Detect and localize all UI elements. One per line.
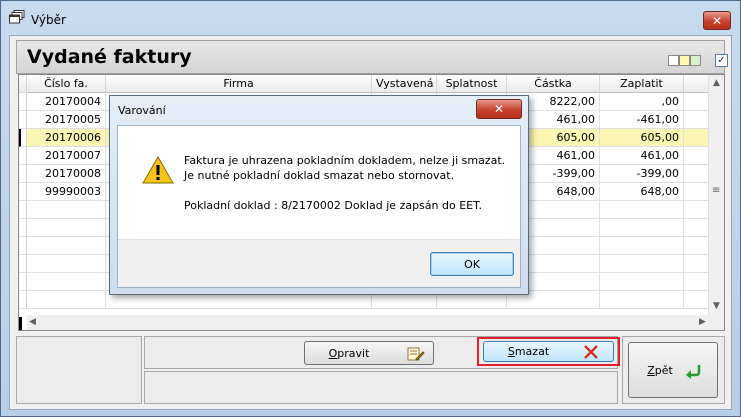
col-zaplatit[interactable]: Zaplatit [600, 75, 684, 93]
color-swatch-yellow[interactable] [679, 55, 690, 66]
edit-button[interactable]: Opravit [304, 341, 434, 365]
filter-checkbox[interactable]: ✓ [715, 54, 728, 67]
table-header: Číslo fa. Firma Vystavená Splatnost Část… [19, 75, 711, 93]
scroll-grip-icon: ≡ [712, 185, 721, 196]
return-arrow-icon [686, 365, 701, 379]
warning-dialog: Varování ✕ Faktura je uhrazena pokladním… [109, 95, 529, 295]
dialog-body: Faktura je uhrazena pokladním dokladem, … [117, 125, 521, 288]
panel-left [16, 336, 142, 404]
col-cislo[interactable]: Číslo fa. [27, 75, 106, 93]
dialog-message-line1: Faktura je uhrazena pokladním dokladem, … [184, 154, 506, 167]
window-title: Výběr [31, 13, 66, 27]
close-icon: ✕ [493, 102, 505, 116]
list-header: Vydané faktury ✓ [16, 40, 728, 74]
panel-actions-bottom [144, 371, 618, 404]
dialog-message-line2: Je nutné pokladní doklad smazat nebo sto… [184, 169, 455, 182]
scroll-down-icon[interactable]: ▼ [713, 301, 720, 311]
scroll-indicator [19, 317, 22, 330]
vertical-scrollbar[interactable]: ▲ ≡ ▼ [708, 75, 724, 330]
page-title: Vydané faktury [27, 46, 192, 68]
close-icon: ✕ [711, 13, 723, 28]
dialog-close-button[interactable]: ✕ [476, 99, 522, 119]
color-swatch-white[interactable] [668, 55, 679, 66]
delete-button[interactable]: Smazat [483, 341, 614, 362]
scroll-left-icon[interactable]: ◀ [29, 317, 36, 327]
title-bar: Výběr ✕ [1, 1, 740, 35]
dialog-title: Varování [118, 104, 166, 117]
scroll-right-icon[interactable]: ▶ [699, 317, 706, 327]
edit-document-icon [407, 347, 425, 361]
color-swatch-green[interactable] [690, 55, 701, 66]
windows-stack-icon [9, 10, 25, 24]
horizontal-scrollbar[interactable]: ◀ ▶ [27, 315, 710, 330]
delete-x-icon [584, 345, 598, 359]
main-window: Výběr ✕ Vydané faktury ✓ Číslo fa. Firma… [0, 0, 741, 417]
dialog-footer: OK [118, 239, 520, 287]
col-vystavena[interactable]: Vystavená [372, 75, 437, 93]
window-close-button[interactable]: ✕ [703, 11, 731, 30]
col-castka[interactable]: Částka [507, 75, 600, 93]
scroll-up-icon[interactable]: ▲ [713, 78, 720, 88]
col-firma[interactable]: Firma [106, 75, 372, 93]
warning-icon [142, 156, 174, 184]
col-splatnost[interactable]: Splatnost [437, 75, 507, 93]
dialog-message-line3: Pokladní doklad : 8/2170002 Doklad je za… [184, 199, 483, 212]
ok-button[interactable]: OK [430, 252, 514, 276]
back-button[interactable]: Zpět [628, 342, 718, 398]
